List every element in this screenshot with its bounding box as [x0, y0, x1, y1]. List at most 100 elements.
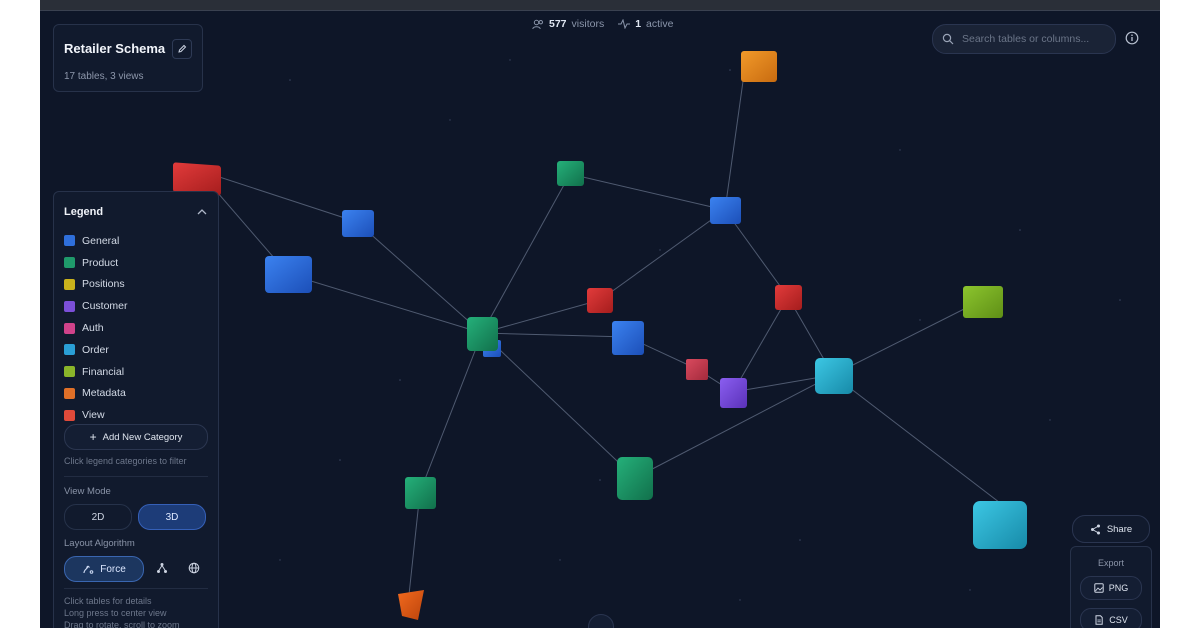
file-icon	[1095, 615, 1103, 625]
table-node[interactable]	[710, 197, 741, 224]
export-panel: Export PNG CSV	[1070, 546, 1152, 628]
active-count: 1	[635, 18, 642, 30]
share-button[interactable]: Share	[1072, 515, 1150, 543]
chevron-up-icon[interactable]	[196, 206, 208, 218]
visitors-label: visitors	[571, 18, 605, 30]
image-icon	[1094, 583, 1104, 593]
legend-item-label: View	[82, 409, 105, 422]
layout-algorithm-label: Layout Algorithm	[64, 538, 135, 549]
search-input[interactable]	[960, 32, 1114, 46]
force-layout-icon	[83, 565, 94, 574]
active-label: active	[646, 18, 674, 30]
schema-summary: 17 tables, 3 views	[64, 71, 144, 82]
legend-item-positions[interactable]: Positions	[64, 274, 209, 296]
table-node[interactable]	[265, 256, 312, 293]
legend-item-label: Customer	[82, 300, 128, 313]
globe-icon	[188, 562, 200, 574]
app-window: Retailer Schema 17 tables, 3 views 577 v…	[40, 0, 1160, 628]
legend-item-label: General	[82, 234, 120, 247]
legend-item-label: Metadata	[82, 387, 126, 400]
visitors-count: 577	[549, 18, 567, 30]
legend-item-label: Order	[82, 343, 109, 356]
legend-item-general[interactable]: General	[64, 230, 209, 252]
divider	[64, 588, 208, 589]
instruction-line: Drag to rotate, scroll to zoom	[64, 620, 180, 628]
share-label: Share	[1106, 523, 1133, 535]
schema-title: Retailer Schema	[64, 41, 166, 56]
view-mode-label: View Mode	[64, 486, 111, 497]
legend-swatch	[64, 409, 75, 421]
legend-item-label: Positions	[82, 278, 125, 291]
legend-item-label: Auth	[82, 322, 104, 335]
legend-item-label: Product	[82, 256, 119, 269]
search-box[interactable]	[932, 24, 1116, 54]
add-category-button[interactable]: + Add New Category	[64, 424, 208, 450]
layout-radial-button[interactable]	[182, 556, 206, 580]
legend-title: Legend	[64, 206, 104, 218]
layout-force-label: Force	[100, 563, 126, 575]
view-mode-2d-button[interactable]: 2D	[64, 504, 132, 530]
schema-info-card: Retailer Schema 17 tables, 3 views	[53, 24, 203, 92]
table-node[interactable]	[398, 590, 424, 620]
legend-item-metadata[interactable]: Metadata	[64, 383, 209, 405]
visitors-stat: 577 visitors	[532, 18, 604, 30]
table-node[interactable]	[467, 317, 498, 351]
divider	[64, 476, 208, 477]
export-csv-label: CSV	[1109, 615, 1128, 625]
table-node[interactable]	[617, 457, 653, 500]
share-icon	[1090, 524, 1100, 534]
pencil-icon	[178, 44, 187, 53]
legend-item-customer[interactable]: Customer	[64, 295, 209, 317]
table-node[interactable]	[612, 321, 644, 355]
layout-hierarchy-button[interactable]	[150, 556, 174, 580]
export-png-button[interactable]: PNG	[1080, 576, 1142, 600]
export-png-label: PNG	[1108, 583, 1129, 593]
legend-swatch	[64, 387, 75, 399]
control-panel: Legend General Product Positions Custome…	[53, 191, 219, 628]
table-node[interactable]	[686, 359, 708, 380]
export-label: Export	[1097, 558, 1124, 568]
info-button[interactable]	[1122, 28, 1142, 48]
edit-schema-button[interactable]	[172, 39, 192, 59]
table-node[interactable]	[405, 477, 436, 509]
export-csv-button[interactable]: CSV	[1080, 608, 1142, 628]
legend-item-label: Financial	[82, 365, 125, 378]
legend-swatch	[64, 366, 75, 378]
legend-swatch	[64, 235, 75, 247]
legend-swatch	[64, 257, 75, 269]
add-category-label: Add New Category	[102, 431, 183, 443]
table-node[interactable]	[557, 161, 584, 186]
instruction-line: Long press to center view	[64, 608, 167, 618]
table-node[interactable]	[775, 285, 802, 310]
legend-item-financial[interactable]: Financial	[64, 361, 209, 383]
relationship-edges	[197, 66, 1026, 605]
table-node[interactable]	[741, 51, 777, 82]
table-node[interactable]	[973, 501, 1027, 549]
layout-force-button[interactable]: Force	[64, 556, 144, 582]
legend-item-product[interactable]: Product	[64, 252, 209, 274]
table-node[interactable]	[587, 288, 613, 313]
legend-item-auth[interactable]: Auth	[64, 317, 209, 339]
presence-stats: 577 visitors 1 active	[532, 18, 673, 30]
instruction-line: Click tables for details	[64, 596, 152, 606]
table-node[interactable]	[720, 378, 747, 408]
filter-hint: Click legend categories to filter	[64, 456, 187, 466]
legend-list: General Product Positions Customer Auth …	[64, 230, 209, 426]
hierarchy-icon	[157, 563, 167, 573]
legend-swatch	[64, 300, 75, 312]
legend-swatch	[64, 344, 75, 356]
info-icon	[1125, 31, 1139, 45]
table-node[interactable]	[342, 210, 374, 237]
activity-icon	[618, 19, 631, 29]
legend-swatch	[64, 322, 75, 334]
table-node[interactable]	[815, 358, 853, 394]
legend-swatch	[64, 278, 75, 290]
search-icon	[942, 33, 954, 45]
users-icon	[532, 19, 544, 29]
plus-icon: +	[89, 430, 97, 444]
active-stat: 1 active	[618, 18, 673, 30]
legend-item-view[interactable]: View	[64, 404, 209, 426]
table-node[interactable]	[963, 286, 1003, 318]
legend-item-order[interactable]: Order	[64, 339, 209, 361]
view-mode-3d-button[interactable]: 3D	[138, 504, 206, 530]
